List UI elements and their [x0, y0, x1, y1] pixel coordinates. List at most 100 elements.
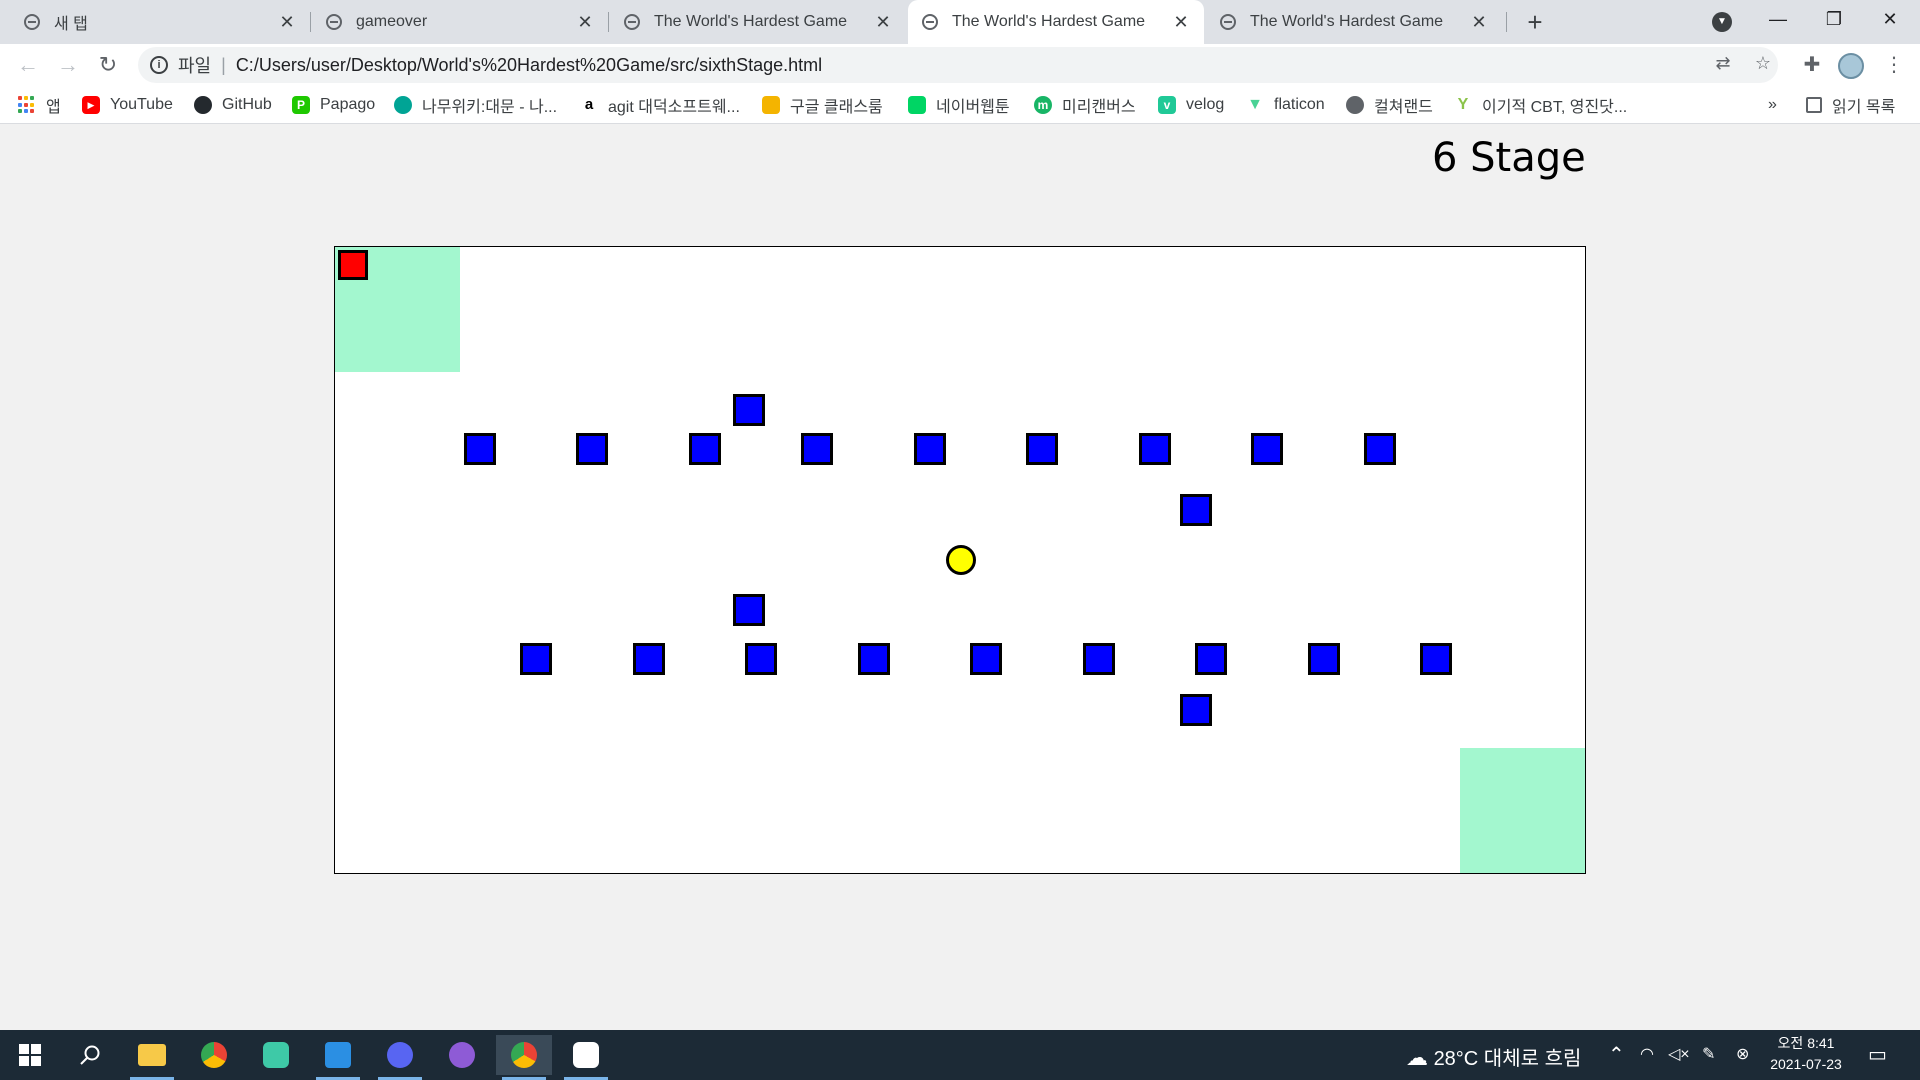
weather-text: 28°C 대체로 흐림	[1433, 1048, 1582, 1070]
restore-button[interactable]: ❐	[1806, 0, 1862, 40]
bookmarks-overflow-button[interactable]: »	[1768, 94, 1777, 116]
enemy-square	[733, 394, 765, 426]
reading-list-button[interactable]: 읽기 목록	[1806, 94, 1895, 116]
enemy-square	[1251, 433, 1283, 465]
window-close-button[interactable]: ✕	[1862, 0, 1918, 40]
bookmark-agit[interactable]: a agit 대덕소프트웨...	[580, 94, 740, 116]
tab-title: gameover	[356, 13, 428, 30]
bookmark-star-icon[interactable]: ☆	[1752, 52, 1774, 74]
bookmark-label: 컬쳐랜드	[1374, 99, 1433, 116]
url-text[interactable]: C:/Users/user/Desktop/World's%20Hardest%…	[236, 55, 822, 76]
weather-widget[interactable]: ☁ 28°C 대체로 흐림	[1406, 1042, 1581, 1071]
enemy-square	[1139, 433, 1171, 465]
vscode-icon[interactable]	[310, 1035, 366, 1080]
bookmark-label: velog	[1186, 96, 1225, 113]
menu-kebab-icon[interactable]: ⋮	[1882, 53, 1906, 77]
chrome-profile-icon[interactable]	[558, 1035, 614, 1080]
tray-expand-icon[interactable]: ⌃	[1608, 1042, 1625, 1067]
notification-icon[interactable]: ▭	[1868, 1042, 1887, 1067]
tab-gameover[interactable]: gameover ✕	[312, 0, 608, 44]
tab-separator	[608, 12, 609, 32]
bookmark-apps[interactable]: 앱	[18, 94, 61, 116]
enemy-square	[576, 433, 608, 465]
naver-webtoon-icon	[908, 96, 926, 114]
bookmark-flaticon[interactable]: ▼ flaticon	[1246, 94, 1325, 116]
bookmark-github[interactable]: GitHub	[194, 94, 272, 116]
bookmark-miricanvas[interactable]: m 미리캔버스	[1034, 94, 1136, 116]
namuwiki-icon	[394, 96, 412, 114]
tab-search-icon[interactable]: ▼	[1712, 12, 1732, 32]
chrome-icon[interactable]	[186, 1035, 242, 1075]
goal-safe-zone	[1460, 748, 1585, 873]
tab-title: The World's Hardest Game	[952, 13, 1146, 30]
bookmark-papago[interactable]: P Papago	[292, 94, 375, 116]
file-explorer-icon[interactable]	[124, 1035, 180, 1080]
bookmark-velog[interactable]: v velog	[1158, 94, 1224, 116]
magnifier-icon	[80, 1045, 100, 1065]
enemy-square	[1308, 643, 1340, 675]
bookmark-yj-cbt[interactable]: Y 이기적 CBT, 영진닷...	[1454, 94, 1628, 116]
game-board[interactable]	[334, 246, 1586, 874]
start-icon[interactable]	[2, 1035, 58, 1075]
clock-time: 오전 8:41	[1777, 1035, 1835, 1051]
clock[interactable]: 오전 8:41 2021-07-23	[1760, 1033, 1852, 1075]
close-icon[interactable]: ✕	[874, 12, 892, 33]
discord-logo-icon	[387, 1042, 413, 1068]
wifi-icon[interactable]: ◠	[1640, 1044, 1654, 1064]
yellow-coin	[946, 545, 976, 575]
bookmark-youtube[interactable]: ▶ YouTube	[82, 94, 173, 116]
discord-icon[interactable]	[372, 1035, 428, 1080]
reload-icon[interactable]: ↻	[92, 49, 124, 81]
bookmark-label: flaticon	[1274, 96, 1325, 113]
profile-avatar[interactable]	[1838, 53, 1864, 79]
enemy-square	[858, 643, 890, 675]
close-icon[interactable]: ✕	[1470, 12, 1488, 33]
bookmark-cultureland[interactable]: 컬쳐랜드	[1346, 94, 1433, 116]
github-desktop-icon[interactable]	[434, 1035, 490, 1075]
agit-icon: a	[584, 96, 594, 113]
copilot-icon[interactable]	[248, 1035, 304, 1075]
translate-icon[interactable]: ⇄	[1712, 52, 1734, 74]
tab-game-1[interactable]: The World's Hardest Game ✕	[610, 0, 906, 44]
forward-arrow-icon[interactable]: →	[52, 49, 84, 81]
globe-icon	[1220, 14, 1236, 30]
youtube-icon: ▶	[82, 96, 100, 114]
enemy-square	[1180, 694, 1212, 726]
chrome-active-icon[interactable]	[496, 1035, 552, 1080]
tab-title: 새 탭	[54, 16, 88, 33]
bookmark-label: agit 대덕소프트웨...	[608, 99, 740, 116]
bookmark-label: GitHub	[222, 96, 272, 113]
player-square[interactable]	[338, 250, 368, 280]
close-icon[interactable]: ✕	[278, 12, 296, 33]
pen-icon[interactable]: ✎	[1702, 1044, 1715, 1064]
close-icon[interactable]: ✕	[576, 12, 594, 33]
extensions-icon[interactable]: ✚	[1800, 53, 1824, 77]
bookmark-classroom[interactable]: 구글 클래스룸	[762, 94, 883, 116]
omnibox-separator: |	[221, 54, 226, 75]
address-bar[interactable]: i 파일 | C:/Users/user/Desktop/World's%20H…	[138, 47, 1778, 83]
search-icon[interactable]	[62, 1035, 118, 1075]
tray-app-icon[interactable]: ⊗	[1736, 1044, 1749, 1064]
info-icon[interactable]: i	[150, 56, 168, 74]
minimize-button[interactable]: —	[1750, 0, 1806, 40]
flaticon-icon: ▼	[1247, 96, 1263, 113]
enemy-square	[1420, 643, 1452, 675]
close-icon[interactable]: ✕	[1172, 12, 1190, 33]
tab-game-2-active[interactable]: The World's Hardest Game ✕	[908, 0, 1204, 44]
bookmark-namuwiki[interactable]: 나무위키:대문 - 나...	[394, 94, 557, 116]
volume-muted-icon[interactable]: ◁×	[1668, 1044, 1690, 1064]
page-content: 6 Stage	[0, 125, 1920, 1030]
tab-new-tab[interactable]: 새 탭 ✕	[10, 0, 310, 44]
enemy-square	[914, 433, 946, 465]
tab-strip: 새 탭 ✕ gameover ✕ The World's Hardest Gam…	[0, 0, 1920, 44]
bookmark-label: Papago	[320, 96, 376, 113]
bookmark-label: 앱	[46, 99, 61, 116]
tab-game-3[interactable]: The World's Hardest Game ✕	[1206, 0, 1502, 44]
globe-icon	[624, 14, 640, 30]
new-tab-button[interactable]: +	[1519, 6, 1551, 38]
tab-separator	[1506, 12, 1507, 32]
browser-toolbar: ← → ↻ i 파일 | C:/Users/user/Desktop/World…	[0, 44, 1920, 86]
back-arrow-icon[interactable]: ←	[12, 49, 44, 81]
bookmark-naver-webtoon[interactable]: 네이버웹툰	[908, 94, 1010, 116]
vscode-logo-icon	[325, 1042, 351, 1068]
